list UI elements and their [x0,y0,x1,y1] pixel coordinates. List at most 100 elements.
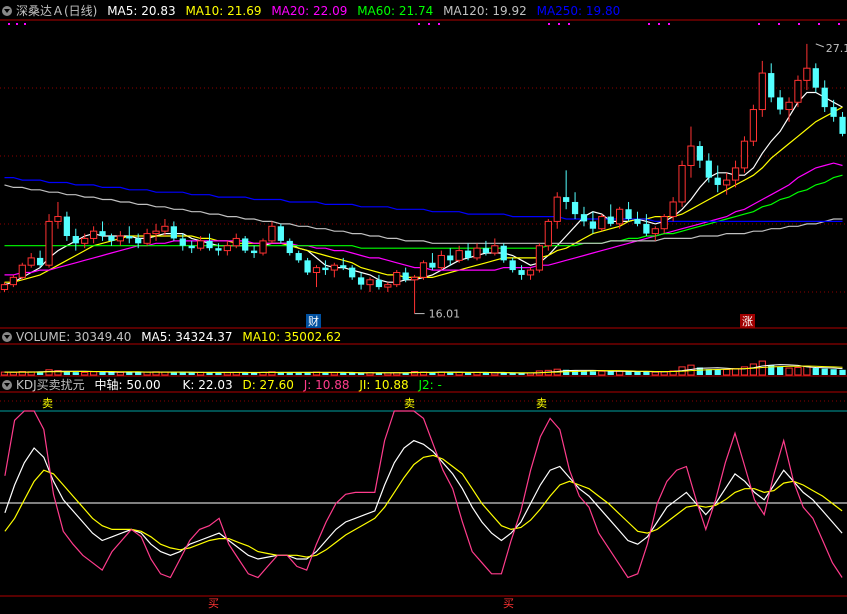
volume-bar [215,372,222,375]
signal-dot [818,23,820,25]
candle-body [349,267,356,278]
volume-bar [500,372,507,375]
candle-body [393,271,401,286]
signal-dot [838,23,840,25]
volume-bar [72,372,79,375]
candle-body [304,260,311,273]
candle-body [482,248,490,254]
candle-body [27,257,35,266]
candle-body [18,264,26,278]
candle-body [455,250,463,261]
candle-body [526,269,535,276]
volume-bar [714,369,721,375]
candle-body [366,279,374,286]
volume-bar [509,372,516,375]
candle-body [152,230,160,235]
candle-body [357,277,365,285]
candle-body [99,231,106,237]
high-price-label: 27.10 [826,42,847,55]
signal-dot [418,23,420,25]
candle-body [312,267,321,273]
candle-body [794,79,802,103]
candle-body [223,245,231,252]
candle-body [768,73,775,98]
volume-bar [812,368,819,375]
candle-body [643,223,650,234]
sell-signal: 卖 [536,397,547,410]
candle-body [72,236,79,244]
volume-bar [777,366,784,375]
candle-body [687,145,695,166]
volume-bar [607,371,614,375]
volume-bar [625,371,632,375]
candle-body [821,87,828,108]
volume-bar [482,372,490,375]
volume-bar [89,371,98,376]
candle-body [589,221,597,229]
candle-body [491,245,499,254]
candle-body [375,279,383,288]
volume-bar [785,367,793,376]
kdj-lines [4,410,843,579]
candle-body [242,238,249,251]
candle-body [777,97,784,110]
candle-body [116,235,124,242]
candle-body [544,220,552,247]
candle-body [464,250,472,258]
ma-lines [4,91,843,286]
signal-dot [558,23,560,25]
candle-body [9,276,17,286]
candle-body [295,253,302,261]
candle-body [143,233,151,244]
candle-body [660,216,668,230]
candle-body [54,216,62,222]
volume-bar [651,371,659,376]
volume-bar [45,369,53,376]
volume-bar [616,370,624,376]
signal-dot [16,23,18,25]
candle-body [340,265,347,268]
volume-bar [179,372,186,375]
candle-body [731,167,740,181]
volume-bar [81,371,89,376]
annotations: 27.10 16.01 财 涨卖 卖 卖买 买 [8,23,847,610]
signal-dot [778,23,780,25]
candle-body [232,237,240,247]
volume-bar [749,363,758,376]
chart-frame [0,19,847,597]
candle-body [126,236,133,239]
volume-bar [464,372,472,375]
candle-body [785,101,793,111]
kdj-line-k [4,439,843,560]
kdj-line-j [4,410,843,579]
signal-dot [548,23,550,25]
candle-body [625,209,632,219]
volume-bar [322,372,329,375]
volume-bar [135,372,142,375]
stock-chart[interactable]: 27.10 16.01 财 涨卖 卖 卖买 买 [0,0,847,614]
volume-bar [223,372,231,376]
candle-body [696,146,704,161]
candle-body [669,201,677,218]
signal-dot [428,23,430,25]
candle-body [580,214,588,222]
volume-bar [286,372,293,375]
signal-dot [568,23,570,25]
volume-bar [330,372,338,376]
candle-body [616,208,624,225]
signal-dot [8,23,10,25]
candle-body [330,264,338,271]
volume-bar [340,372,347,375]
kdj-line-d [4,454,843,558]
candle-body [322,267,329,271]
signal-dot [438,23,440,25]
candlesticks [0,43,846,314]
candle-body [37,257,44,266]
candle-body [803,67,811,81]
candle-body [535,245,544,271]
signal-dot [648,23,650,25]
volume-bar [108,372,115,375]
candle-body [571,201,579,215]
candle-body [758,72,766,111]
volume-bar [598,370,606,376]
